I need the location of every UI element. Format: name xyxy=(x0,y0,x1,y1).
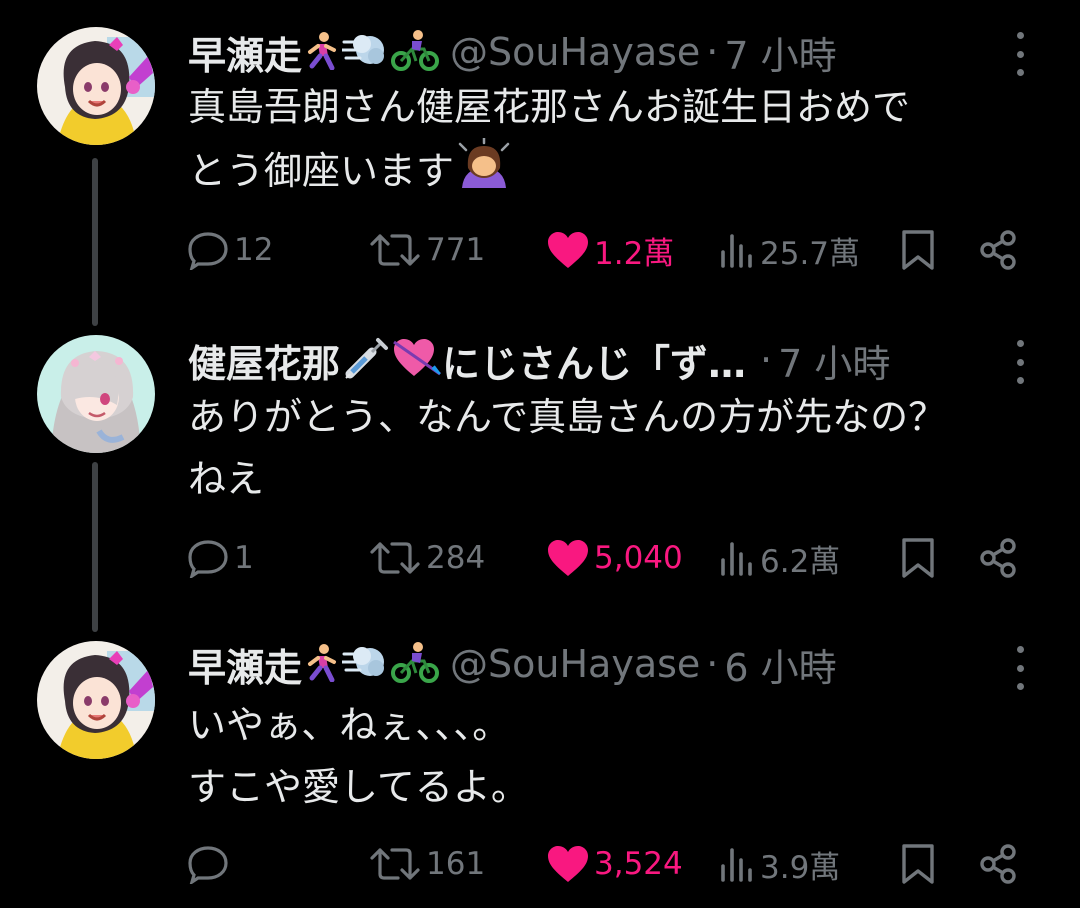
retweet-button[interactable]: 771 xyxy=(368,228,485,272)
tweet-text-line: すこや愛してるよ。 xyxy=(188,765,529,809)
reply-button[interactable]: 12 xyxy=(188,228,273,272)
share-icon xyxy=(980,230,1016,270)
tweet-header: 早瀬走 xyxy=(188,636,837,692)
tweet-text: いやぁ、ねぇ、、、。 すこや愛してるよ。 xyxy=(188,694,1048,818)
views-button[interactable]: 25.7萬 xyxy=(718,228,860,272)
share-icon xyxy=(980,538,1016,578)
share-button[interactable] xyxy=(978,228,1020,272)
timestamp[interactable]: 7 小時 xyxy=(724,25,836,80)
cyclist-emoji-icon xyxy=(390,641,440,687)
bookmark-icon xyxy=(902,844,934,884)
tweet-text-line: とう御座います xyxy=(188,136,1048,208)
bookmark-button[interactable] xyxy=(900,842,936,886)
heart-with-arrow-emoji-icon xyxy=(392,336,442,384)
more-options-icon[interactable] xyxy=(1010,340,1030,384)
avatar[interactable] xyxy=(37,641,155,759)
display-name[interactable]: 早瀬走 xyxy=(188,637,302,692)
avatar[interactable] xyxy=(37,335,155,453)
bookmark-icon xyxy=(902,230,934,270)
dash-emoji-icon xyxy=(340,30,388,74)
dash-emoji-icon xyxy=(340,642,388,686)
retweet-button[interactable]: 284 xyxy=(368,536,485,580)
reply-icon xyxy=(188,232,228,270)
tweet-actions: 12 771 1.2萬 25.7萬 xyxy=(188,228,1033,272)
views-chart-icon xyxy=(721,234,752,268)
views-count: 25.7萬 xyxy=(760,235,861,272)
tweet-text-line: ありがとう、なんで真島さんの方が先なの？ xyxy=(188,395,947,439)
like-count: 3,524 xyxy=(594,846,683,882)
tweet-text: ありがとう、なんで真島さんの方が先なの？ ねえ xyxy=(188,386,1048,510)
views-count: 6.2萬 xyxy=(760,543,841,580)
views-chart-icon xyxy=(721,542,752,576)
bookmark-button[interactable] xyxy=(900,228,936,272)
timestamp[interactable]: 7 小時 xyxy=(778,333,890,388)
runner-emoji-icon xyxy=(304,642,340,686)
retweet-icon xyxy=(370,234,420,266)
timestamp[interactable]: 6 小時 xyxy=(724,637,836,692)
reply-icon xyxy=(188,540,228,578)
retweet-count: 771 xyxy=(426,232,486,268)
display-name-suffix[interactable]: にじさんじ「ず… xyxy=(442,333,746,388)
bookmark-icon xyxy=(902,538,934,578)
retweet-icon xyxy=(370,848,420,880)
reply-count: 1 xyxy=(234,540,254,576)
views-chart-icon xyxy=(721,848,752,882)
bowing-person-emoji-icon xyxy=(456,136,512,208)
like-button[interactable]: 5,040 xyxy=(546,536,683,580)
cyclist-emoji-icon xyxy=(390,29,440,75)
share-button[interactable] xyxy=(978,842,1020,886)
tweet[interactable]: 早瀬走 xyxy=(0,614,1080,908)
heart-filled-icon xyxy=(548,232,588,268)
tweet-text: 真島吾朗さん健屋花那さんお誕生日おめで とう御座います xyxy=(188,76,1048,208)
tweet[interactable]: 健屋花那 にじさんじ「ず… · 7 小時 ありがとう、なんで真島さんの方が先なの… xyxy=(0,308,1080,608)
tweet-header: 健屋花那 にじさんじ「ず… · 7 小時 xyxy=(188,332,890,388)
runner-emoji-icon xyxy=(304,30,340,74)
more-options-icon[interactable] xyxy=(1010,646,1030,690)
separator-dot: · xyxy=(706,30,719,74)
reply-count: 12 xyxy=(234,232,274,268)
views-button[interactable]: 6.2萬 xyxy=(718,536,840,580)
retweet-button[interactable]: 161 xyxy=(368,842,485,886)
display-name[interactable]: 健屋花那 xyxy=(188,333,340,388)
tweet-text-line: ねえ xyxy=(188,457,265,501)
reply-icon xyxy=(188,846,228,884)
tweet-actions: 1 284 5,040 6.2萬 xyxy=(188,536,1033,580)
like-count: 5,040 xyxy=(594,540,683,576)
reply-button[interactable] xyxy=(188,842,234,886)
more-options-icon[interactable] xyxy=(1010,32,1030,76)
syringe-emoji-icon xyxy=(342,336,390,384)
separator-dot: · xyxy=(760,338,773,382)
avatar[interactable] xyxy=(37,27,155,145)
share-button[interactable] xyxy=(978,536,1020,580)
heart-filled-icon xyxy=(548,540,588,576)
tweet-text-line: いやぁ、ねぇ、、、。 xyxy=(188,703,511,747)
tweet-text-line: 真島吾朗さん健屋花那さんお誕生日おめで xyxy=(188,85,911,129)
like-count: 1.2萬 xyxy=(594,235,675,272)
reply-button[interactable]: 1 xyxy=(188,536,254,580)
bookmark-button[interactable] xyxy=(900,536,936,580)
like-button[interactable]: 1.2萬 xyxy=(546,228,674,272)
user-handle[interactable]: @SouHayase xyxy=(450,642,700,686)
display-name[interactable]: 早瀬走 xyxy=(188,25,302,80)
views-button[interactable]: 3.9萬 xyxy=(718,842,840,886)
tweet-header: 早瀬走 xyxy=(188,24,837,80)
heart-filled-icon xyxy=(548,846,588,882)
retweet-icon xyxy=(370,542,420,574)
tweet-actions: 161 3,524 3.9萬 xyxy=(188,842,1033,886)
share-icon xyxy=(980,844,1016,884)
retweet-count: 161 xyxy=(426,846,486,882)
like-button[interactable]: 3,524 xyxy=(546,842,683,886)
separator-dot: · xyxy=(706,642,719,686)
retweet-count: 284 xyxy=(426,540,486,576)
views-count: 3.9萬 xyxy=(760,849,841,886)
user-handle[interactable]: @SouHayase xyxy=(450,30,700,74)
tweet[interactable]: 早瀬走 xyxy=(0,0,1080,300)
